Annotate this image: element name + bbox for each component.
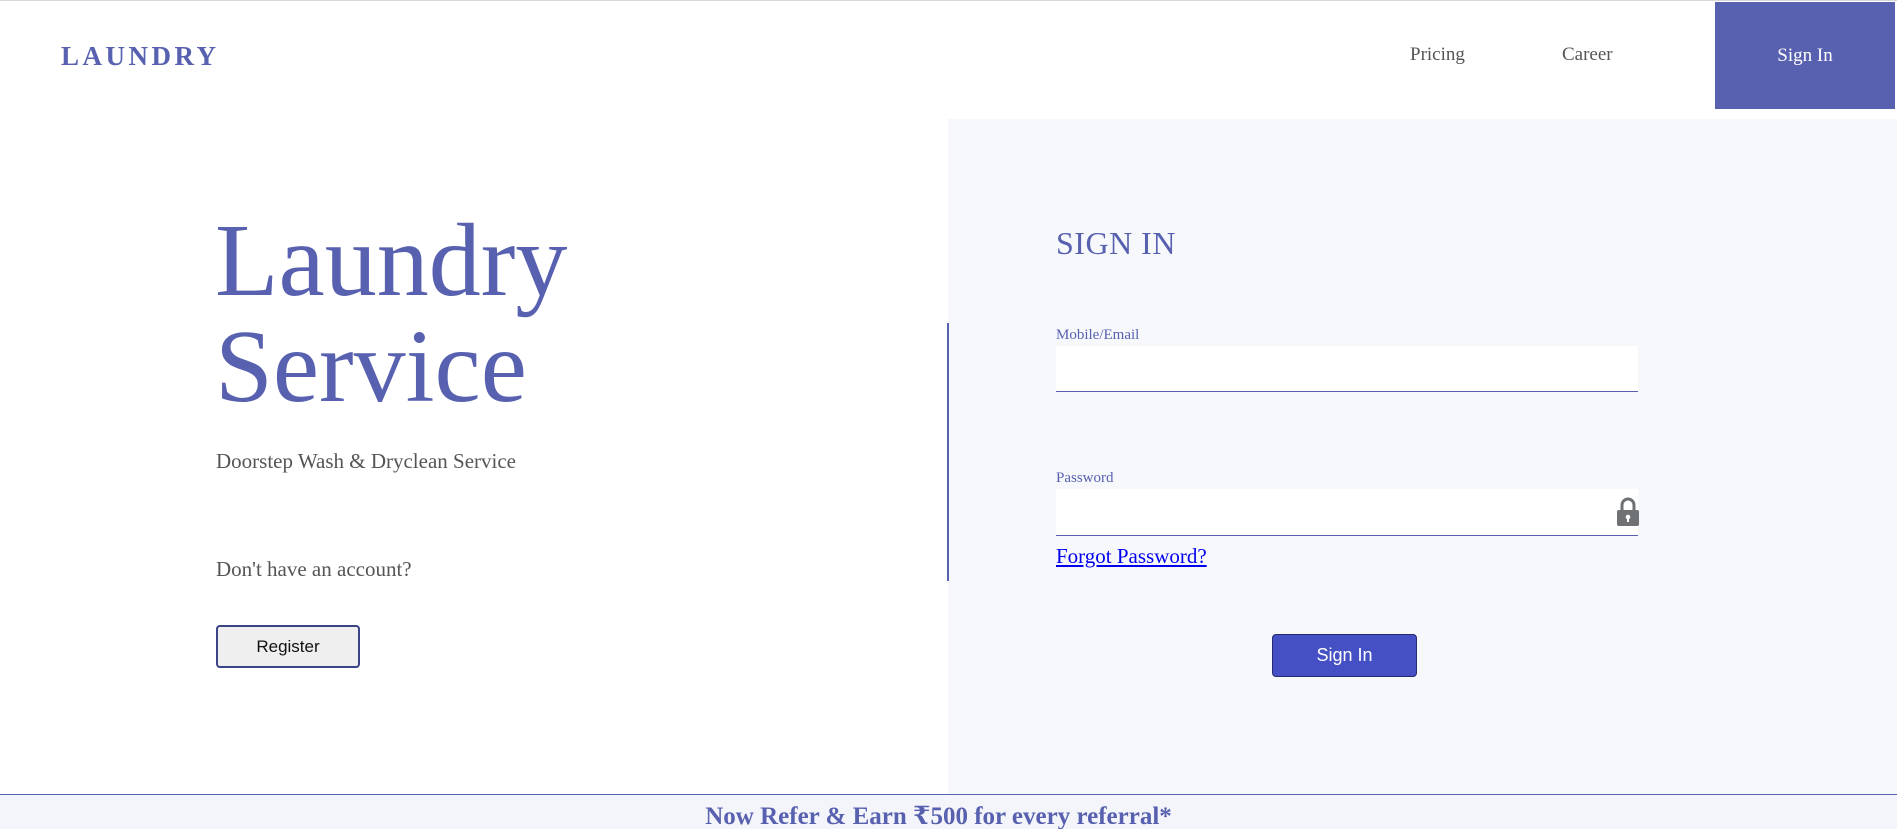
logo: LAUNDRY xyxy=(61,41,220,71)
referral-banner: Now Refer & Earn ₹500 for every referral… xyxy=(0,794,1897,829)
hero-title-line2: Service xyxy=(215,309,527,424)
mobile-email-input[interactable] xyxy=(1056,346,1638,392)
no-account-text: Don't have an account? xyxy=(216,557,412,581)
nav-career-link[interactable]: Career xyxy=(1562,44,1613,66)
nav-pricing-link[interactable]: Pricing xyxy=(1410,44,1465,66)
hero-title-line1: Laundry xyxy=(215,203,568,318)
lock-icon xyxy=(1617,497,1639,526)
top-navbar: LAUNDRY Pricing Career Sign In xyxy=(0,0,1897,119)
forgot-password-link[interactable]: Forgot Password? xyxy=(1056,544,1207,569)
sign-in-panel xyxy=(948,119,1897,794)
register-button[interactable]: Register xyxy=(216,625,360,668)
sign-in-title: SIGN IN xyxy=(1056,225,1176,261)
password-label: Password xyxy=(1056,470,1114,486)
hero-title: Laundry Service xyxy=(215,208,567,420)
nav-sign-in-button[interactable]: Sign In xyxy=(1715,2,1895,109)
mobile-email-label: Mobile/Email xyxy=(1056,327,1140,343)
section-divider xyxy=(947,323,949,581)
password-input[interactable] xyxy=(1056,489,1638,536)
sign-in-submit-button[interactable]: Sign In xyxy=(1272,634,1417,677)
referral-banner-text: Now Refer & Earn ₹500 for every referral… xyxy=(705,803,1172,829)
hero-subtitle: Doorstep Wash & Dryclean Service xyxy=(216,449,516,473)
